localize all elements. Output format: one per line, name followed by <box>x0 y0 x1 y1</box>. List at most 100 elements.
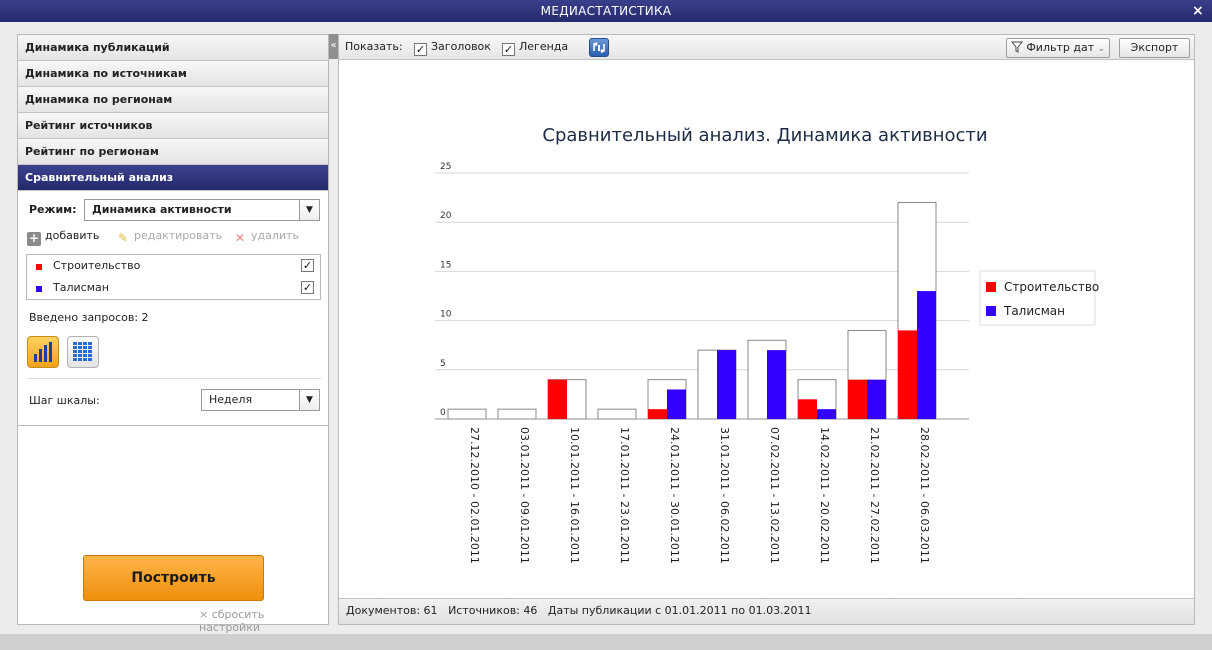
reset-settings-link[interactable]: × сбросить настройки <box>199 608 328 634</box>
mode-row: Режим: Динамика активности ▼ <box>29 199 320 221</box>
add-query-label: добавить <box>45 229 100 242</box>
query-label: Строительство <box>53 259 141 272</box>
show-legend-checkbox[interactable]: ✓ <box>502 43 515 56</box>
status-bar: Документов: 61 Источников: 46 Даты публи… <box>339 598 1194 624</box>
query-count: Введено запросов: 2 <box>29 311 149 324</box>
build-button[interactable]: Построить <box>83 555 264 601</box>
chart-area: Сравнительный анализ. Динамика активност… <box>339 61 1194 598</box>
publication-dates: Даты публикации с 01.01.2011 по 01.03.20… <box>547 604 812 617</box>
bar-construction <box>898 330 917 419</box>
show-legend-toggle[interactable]: ✓ Легенда <box>502 40 569 56</box>
delete-x-icon: ✕ <box>234 231 246 245</box>
x-category-label: 17.01.2011 - 23.01.2011 <box>618 427 631 564</box>
y-tick-label: 0 <box>440 408 446 418</box>
mode-select[interactable]: Динамика активности ▼ <box>84 199 320 221</box>
show-title-toggle[interactable]: ✓ Заголовок <box>414 40 491 56</box>
list-item[interactable]: Талисман ✓ <box>27 277 320 299</box>
legend-swatch <box>986 282 996 292</box>
window-bottom-border <box>0 634 1212 650</box>
edit-query-button[interactable]: ✎ редактировать <box>116 228 223 245</box>
total-bar-outline <box>597 408 637 420</box>
window-title: МЕДИАСТАТИСТИКА <box>540 4 672 18</box>
sidebar-item-sources-rating[interactable]: Рейтинг источников <box>18 113 328 139</box>
sidebar-item-comparative-analysis[interactable]: Сравнительный анализ <box>18 165 328 191</box>
refresh-button[interactable] <box>589 38 609 57</box>
comparative-chart: Сравнительный анализ. Динамика активност… <box>435 125 1099 564</box>
edit-query-label: редактировать <box>134 229 223 242</box>
date-filter-label: Фильтр дат <box>1026 41 1095 54</box>
bar-construction <box>798 399 817 419</box>
sources-count: Источников: 46 <box>448 604 538 617</box>
legend-label: Талисман <box>1003 304 1065 318</box>
y-tick-label: 5 <box>440 359 446 369</box>
scale-step-value: Неделя <box>209 393 253 406</box>
query-label: Талисман <box>53 281 109 294</box>
show-title-checkbox[interactable]: ✓ <box>414 43 427 56</box>
documents-count: Документов: 61 <box>346 604 438 617</box>
bar-talisman <box>667 389 686 419</box>
scale-step-label: Шаг шкалы: <box>29 394 100 407</box>
main-panel: Показать: ✓ Заголовок ✓ Легенда Фильтр дат… <box>338 34 1195 625</box>
chevron-down-icon: ▼ <box>299 390 319 410</box>
show-legend-label: Легенда <box>519 40 569 53</box>
x-category-label: 21.02.2011 - 27.02.2011 <box>868 427 881 564</box>
total-bar-outline <box>497 408 537 420</box>
close-icon[interactable]: × <box>1192 0 1204 22</box>
x-category-label: 07.02.2011 - 13.02.2011 <box>768 427 781 564</box>
grid-table-icon <box>73 342 92 361</box>
refresh-icon <box>593 41 605 54</box>
y-tick-label: 20 <box>440 211 452 221</box>
sidebar-item-regions-rating[interactable]: Рейтинг по регионам <box>18 139 328 165</box>
divider <box>27 378 321 379</box>
date-filter-button[interactable]: Фильтр дат ⌄ <box>1006 38 1110 58</box>
filter-funnel-icon <box>1010 41 1023 53</box>
series-color-swatch <box>36 286 42 292</box>
mode-select-value: Динамика активности <box>92 203 232 216</box>
series-color-swatch <box>36 264 42 270</box>
bar-talisman <box>767 350 786 419</box>
x-category-label: 28.02.2011 - 06.03.2011 <box>918 427 931 564</box>
plus-icon: + <box>27 231 41 246</box>
x-category-label: 27.12.2010 - 02.01.2011 <box>468 427 481 564</box>
scale-step-select[interactable]: Неделя ▼ <box>201 389 320 411</box>
window-titlebar: МЕДИАСТАТИСТИКА × <box>0 0 1212 22</box>
show-title-label: Заголовок <box>431 40 491 53</box>
bar-talisman <box>917 291 936 419</box>
legend-swatch <box>986 306 996 316</box>
x-category-label: 10.01.2011 - 16.01.2011 <box>568 427 581 564</box>
delete-query-button[interactable]: ✕ удалить <box>233 228 299 245</box>
show-label: Показать: <box>345 40 403 53</box>
chevron-double-down-icon: ⌄ <box>1097 44 1106 54</box>
query-checkbox[interactable]: ✓ <box>301 259 314 272</box>
table-view-button[interactable] <box>67 336 99 368</box>
list-item[interactable]: Строительство ✓ <box>27 255 320 277</box>
chart-view-button[interactable] <box>27 336 59 368</box>
export-button[interactable]: Экспорт <box>1119 38 1190 58</box>
mode-label: Режим: <box>29 203 77 216</box>
pencil-icon: ✎ <box>117 231 129 245</box>
sidebar-item-regions-dynamics[interactable]: Динамика по регионам <box>18 87 328 113</box>
bar-construction <box>848 379 867 419</box>
sidebar-panel: Динамика публикаций Динамика по источник… <box>17 34 329 634</box>
sidebar-item-publications-dynamics[interactable]: Динамика публикаций <box>18 35 328 61</box>
x-category-label: 03.01.2011 - 09.01.2011 <box>518 427 531 564</box>
bar-construction <box>648 409 667 419</box>
x-category-label: 14.02.2011 - 20.02.2011 <box>818 427 831 564</box>
sidebar-item-sources-dynamics[interactable]: Динамика по источникам <box>18 61 328 87</box>
bar-talisman <box>867 379 886 419</box>
bar-construction <box>548 379 567 419</box>
x-category-label: 24.01.2011 - 30.01.2011 <box>668 427 681 564</box>
bar-talisman <box>817 409 836 419</box>
add-query-button[interactable]: + добавить <box>27 228 100 246</box>
legend-label: Строительство <box>1004 280 1099 294</box>
query-checkbox[interactable]: ✓ <box>301 281 314 294</box>
y-tick-label: 15 <box>440 260 451 270</box>
x-category-label: 31.01.2011 - 06.02.2011 <box>718 427 731 564</box>
bar-chart-icon <box>34 342 52 362</box>
delete-query-label: удалить <box>251 229 299 242</box>
total-bar-outline <box>447 408 487 420</box>
y-tick-label: 25 <box>440 162 451 172</box>
collapse-sidebar-button[interactable]: « <box>329 34 338 59</box>
chart-title: Сравнительный анализ. Динамика активност… <box>542 125 987 146</box>
reset-settings-label: сбросить настройки <box>199 608 265 634</box>
